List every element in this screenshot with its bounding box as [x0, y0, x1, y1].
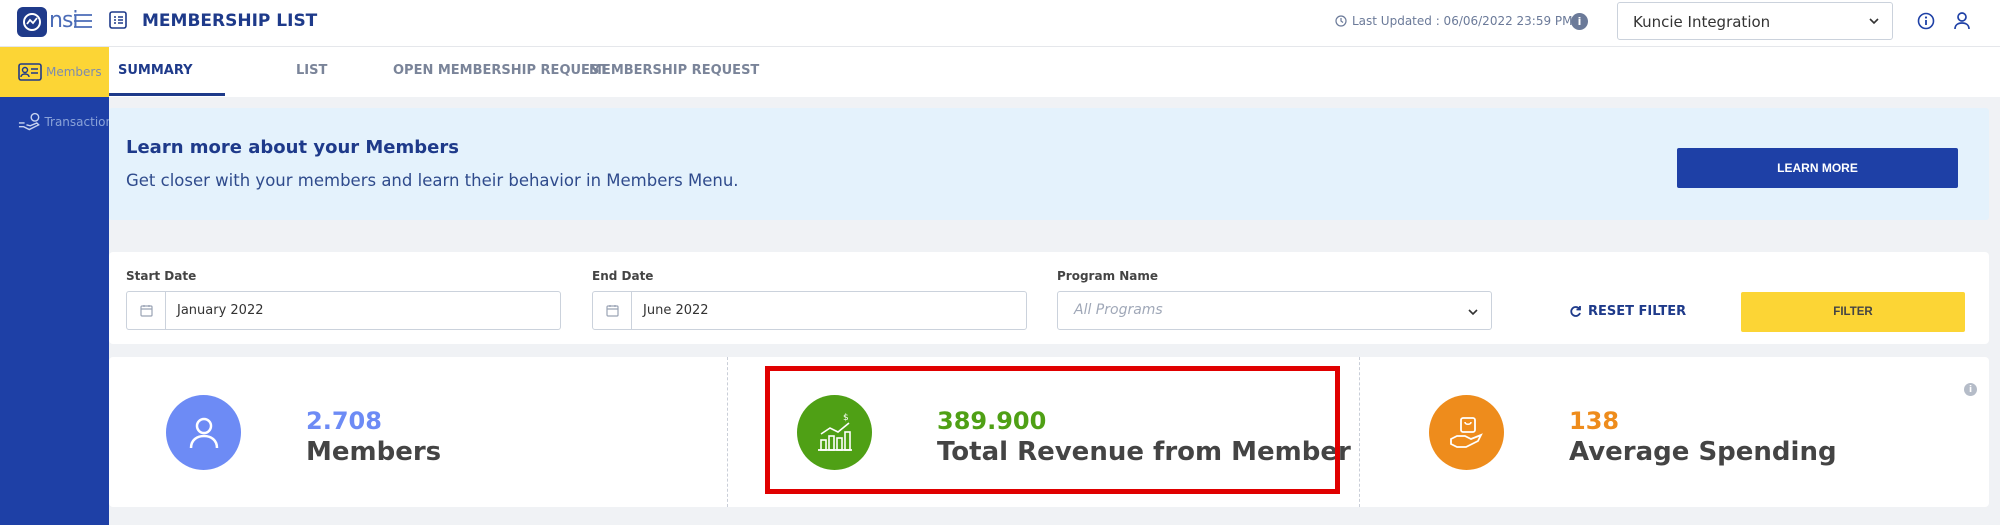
active-tab-indicator	[109, 93, 225, 96]
average-spending-value: 138	[1569, 407, 1620, 435]
tab-list[interactable]: LIST	[296, 63, 327, 78]
program-select-placeholder: All Programs	[1074, 302, 1163, 318]
sidebar: Members Transaction	[0, 47, 109, 525]
user-icon	[189, 417, 218, 448]
page-title: MEMBERSHIP LIST	[142, 11, 318, 31]
clock-icon	[1335, 15, 1347, 27]
end-date-value: June 2022	[643, 303, 709, 318]
stats-divider	[1359, 357, 1360, 507]
list-document-icon	[109, 11, 127, 29]
logo-icon	[23, 13, 41, 31]
banner-subtitle: Get closer with your members and learn t…	[126, 171, 739, 190]
end-date-label: End Date	[592, 269, 654, 283]
chevron-down-icon	[1468, 309, 1478, 316]
learn-more-button[interactable]: LEARN MORE	[1677, 148, 1958, 188]
start-date-label: Start Date	[126, 269, 197, 283]
hand-money-icon	[18, 112, 40, 131]
program-select[interactable]: All Programs	[1057, 291, 1492, 330]
reset-filter-label: RESET FILTER	[1588, 304, 1687, 319]
stats-info-icon[interactable]: i	[1964, 383, 1977, 396]
company-select-value: Kuncie Integration	[1633, 13, 1771, 31]
spending-stat-icon	[1429, 395, 1504, 470]
member-card-icon	[18, 63, 42, 81]
start-date-value: January 2022	[177, 303, 264, 318]
refresh-icon	[1570, 306, 1581, 317]
tab-open-membership-request[interactable]: OPEN MEMBERSHIP REQUEST	[393, 63, 608, 78]
sidebar-item-members[interactable]: Members	[0, 47, 109, 97]
average-spending-label: Average Spending	[1569, 437, 1837, 467]
filter-panel: Start Date January 2022 End Date June 20…	[109, 252, 1989, 344]
tab-membership-request[interactable]: MEMBERSHIP REQUEST	[589, 63, 759, 78]
sidebar-item-label: Transaction	[44, 115, 109, 129]
members-label: Members	[306, 437, 442, 467]
tab-summary[interactable]: SUMMARY	[118, 63, 193, 78]
last-updated: Last Updated : 06/06/2022 23:59 PM	[1335, 14, 1573, 28]
stats-divider	[727, 357, 728, 507]
tab-bar: SUMMARY LIST OPEN MEMBERSHIP REQUEST MEM…	[109, 47, 2000, 97]
reset-filter-button[interactable]: RESET FILTER	[1569, 304, 1686, 319]
company-select[interactable]: Kuncie Integration	[1617, 2, 1893, 40]
app-logo[interactable]	[17, 7, 47, 37]
start-date-field[interactable]: January 2022	[126, 291, 561, 330]
sidebar-item-label: Members	[46, 65, 102, 79]
help-icon[interactable]	[1917, 12, 1935, 30]
last-updated-text: Last Updated : 06/06/2022 23:59 PM	[1352, 14, 1573, 28]
members-count: 2.708	[306, 407, 382, 435]
info-icon[interactable]: i	[1571, 13, 1588, 30]
sidebar-item-transaction[interactable]: Transaction	[0, 97, 109, 147]
calendar-icon	[127, 292, 166, 329]
banner-title: Learn more about your Members	[126, 137, 459, 158]
top-bar: nsi MEMBERSHIP LIST Last Updated : 06/06…	[0, 0, 2000, 47]
info-banner: Learn more about your Members Get closer…	[109, 108, 1989, 220]
shopping-bag-hand-icon	[1449, 416, 1483, 448]
hamburger-icon[interactable]	[72, 12, 94, 30]
chevron-down-icon	[1869, 18, 1879, 25]
members-stat-icon	[166, 395, 241, 470]
highlight-box	[765, 366, 1340, 494]
program-name-label: Program Name	[1057, 269, 1159, 283]
calendar-icon	[593, 292, 632, 329]
end-date-field[interactable]: June 2022	[592, 291, 1027, 330]
filter-button[interactable]: FILTER	[1741, 292, 1965, 332]
user-profile-icon[interactable]	[1953, 11, 1971, 31]
